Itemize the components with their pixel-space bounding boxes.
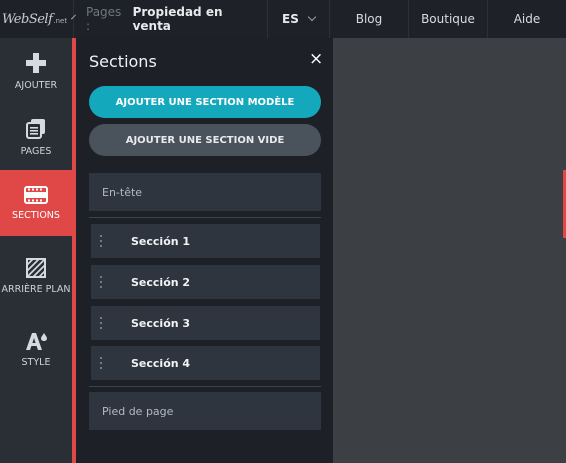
drag-handle-icon[interactable] — [91, 235, 111, 247]
sidebar-item-ajouter[interactable]: AJOUTER — [0, 38, 72, 104]
section-item[interactable]: Sección 1 — [91, 224, 320, 258]
sidebar-item-label: ARRIÈRE PLAN — [1, 283, 71, 295]
sidebar-item-background[interactable]: ARRIÈRE PLAN — [0, 236, 72, 316]
pages-select[interactable]: Pages : Propiedad en venta — [74, 0, 268, 38]
close-icon[interactable]: × — [309, 51, 323, 68]
add-template-section-button[interactable]: AJOUTER UNE SECTION MODÈLE — [89, 86, 321, 118]
sidebar-item-label: STYLE — [21, 356, 51, 368]
nav-blog[interactable]: Blog — [330, 0, 409, 38]
sections-panel: Sections × AJOUTER UNE SECTION MODÈLE AJ… — [76, 38, 333, 463]
panel-title: Sections — [89, 52, 157, 71]
plus-icon — [26, 52, 46, 73]
logo-menu[interactable]: WebSelf .net — [0, 0, 77, 38]
sidebar-item-pages[interactable]: PAGES — [0, 104, 72, 170]
nav-boutique[interactable]: Boutique — [409, 0, 488, 38]
top-nav: Blog Boutique Aide — [330, 0, 566, 38]
logo: WebSelf — [2, 11, 53, 27]
sidebar-item-label: SECTIONS — [12, 209, 60, 221]
footer-section-item[interactable]: Pied de page — [89, 392, 321, 430]
section-label: Sección 3 — [131, 316, 191, 330]
drag-handle-icon[interactable] — [91, 357, 111, 369]
divider — [89, 386, 321, 387]
left-sidebar: AJOUTER PAGES SECTIONS ARRIÈRE PLAN STYL… — [0, 38, 72, 463]
drag-handle-icon[interactable] — [91, 317, 111, 329]
section-item[interactable]: Sección 2 — [91, 265, 320, 299]
style-icon — [26, 332, 47, 350]
sections-icon — [24, 185, 48, 204]
drag-handle-icon[interactable] — [91, 276, 111, 288]
pages-icon — [26, 118, 45, 139]
section-item[interactable]: Sección 3 — [91, 306, 320, 340]
section-label: Sección 2 — [131, 275, 191, 289]
language-select[interactable]: ES — [268, 0, 330, 38]
nav-aide[interactable]: Aide — [488, 0, 566, 38]
section-item[interactable]: Sección 4 — [91, 346, 320, 380]
pages-value: Propiedad en venta — [132, 5, 223, 33]
top-toolbar: WebSelf .net Pages : Propiedad en venta … — [0, 0, 566, 38]
page-canvas[interactable] — [333, 38, 566, 463]
divider — [89, 217, 321, 218]
section-label: Sección 1 — [131, 234, 191, 248]
logo-suffix: .net — [53, 17, 68, 25]
pages-label: Pages : — [86, 5, 122, 33]
sidebar-item-sections[interactable]: SECTIONS — [0, 170, 72, 236]
section-label: Sección 4 — [131, 356, 191, 370]
background-icon — [26, 257, 46, 278]
language-value: ES — [282, 12, 299, 26]
add-empty-section-button[interactable]: AJOUTER UNE SECTION VIDE — [89, 124, 321, 156]
sidebar-item-label: PAGES — [20, 145, 52, 157]
chevron-down-icon — [307, 12, 317, 22]
sidebar-item-style[interactable]: STYLE — [0, 316, 72, 382]
sidebar-item-label: AJOUTER — [14, 79, 58, 91]
header-section-item[interactable]: En-tête — [89, 173, 321, 211]
